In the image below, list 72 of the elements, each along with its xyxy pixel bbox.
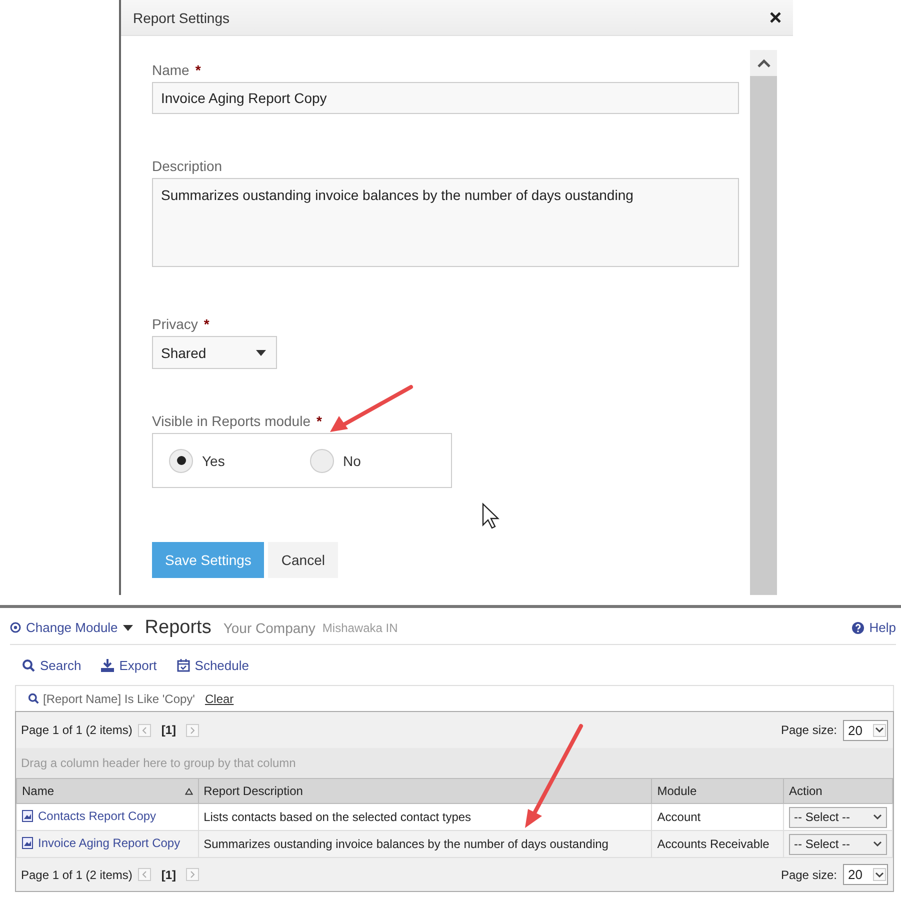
radio-label: Yes bbox=[202, 452, 225, 468]
table-cell: Lists contacts based on the selected contact types bbox=[198, 804, 652, 830]
page-title: Reports bbox=[144, 616, 212, 638]
page-size-select[interactable]: 20 bbox=[843, 720, 888, 740]
field-label: Visible in Reports module bbox=[152, 413, 310, 429]
field-label: Name bbox=[152, 62, 190, 78]
page-size-label: Page size: bbox=[780, 868, 837, 882]
clear-link[interactable]: Clear bbox=[204, 692, 234, 706]
table-cell: Accounts Receivable bbox=[652, 830, 784, 858]
help-icon bbox=[852, 622, 864, 634]
company-name: Your Company bbox=[223, 620, 316, 636]
radio-button[interactable] bbox=[169, 448, 193, 472]
down-chevron-icon bbox=[875, 727, 884, 733]
scrollbar[interactable] bbox=[750, 50, 777, 595]
sort-ascending-icon bbox=[184, 788, 193, 794]
toolbar-link[interactable]: Search bbox=[22, 658, 82, 672]
column-header[interactable]: Action bbox=[784, 778, 892, 804]
next-page-button[interactable] bbox=[186, 724, 200, 736]
required-asterisk: * bbox=[204, 316, 210, 332]
calendar-icon bbox=[176, 658, 190, 672]
privacy-select[interactable]: Shared bbox=[152, 336, 277, 369]
page-size-select[interactable]: 20 bbox=[843, 864, 888, 885]
page-size-label: Page size: bbox=[780, 723, 837, 737]
cancel-button[interactable]: Cancel bbox=[268, 542, 338, 578]
caret-icon bbox=[122, 624, 133, 630]
field-label: Description bbox=[152, 158, 222, 174]
caret-icon bbox=[256, 350, 266, 356]
help-link[interactable]: Help bbox=[852, 620, 896, 635]
action-select[interactable]: -- Select -- bbox=[789, 806, 887, 828]
group-panel-hint: Drag a column header here to group by that column bbox=[16, 748, 893, 778]
column-header[interactable]: Name bbox=[16, 778, 198, 804]
field-label: Privacy bbox=[152, 316, 198, 332]
radio-button[interactable] bbox=[310, 448, 334, 472]
down-chevron-icon bbox=[873, 814, 882, 820]
download-icon bbox=[101, 658, 114, 672]
dialog-title: Report Settings bbox=[133, 10, 230, 26]
previous-page-button[interactable] bbox=[138, 868, 152, 881]
target-icon bbox=[10, 622, 21, 633]
current-page: [1] bbox=[161, 723, 176, 737]
column-header[interactable]: Module bbox=[652, 778, 784, 804]
chevron-right-icon bbox=[190, 726, 196, 734]
next-page-button[interactable] bbox=[186, 868, 200, 881]
toolbar-link[interactable]: Schedule bbox=[176, 658, 249, 672]
current-page: [1] bbox=[161, 868, 176, 882]
chevron-left-icon bbox=[142, 726, 148, 734]
required-asterisk: * bbox=[195, 62, 201, 78]
required-asterisk: * bbox=[316, 413, 322, 429]
report-icon bbox=[22, 810, 33, 822]
radio-label: No bbox=[343, 452, 361, 468]
report-icon bbox=[22, 837, 33, 849]
previous-page-button[interactable] bbox=[138, 724, 152, 736]
pager-summary: Page 1 of 1 (2 items) bbox=[21, 868, 132, 882]
change-module-menu[interactable]: Change Module bbox=[10, 620, 133, 635]
search-icon bbox=[22, 658, 35, 672]
column-header[interactable]: Report Description bbox=[198, 778, 652, 804]
table-cell: Account bbox=[652, 804, 784, 830]
pager-summary: Page 1 of 1 (2 items) bbox=[21, 723, 132, 737]
name-input[interactable]: Invoice Aging Report Copy bbox=[152, 82, 739, 114]
chevron-left-icon bbox=[142, 871, 148, 878]
close-icon[interactable] bbox=[770, 12, 781, 23]
search-icon bbox=[28, 693, 39, 704]
description-textarea[interactable]: Summarizes oustanding invoice balances by the number of days oustanding bbox=[152, 178, 739, 267]
company-location: Mishawaka IN bbox=[322, 620, 398, 634]
scroll-up-icon[interactable] bbox=[756, 58, 770, 68]
down-chevron-icon bbox=[873, 841, 882, 847]
cursor-icon bbox=[482, 502, 500, 529]
toolbar-link[interactable]: Export bbox=[101, 658, 157, 672]
table-cell: Summarizes oustanding invoice balances by the number of days oustanding bbox=[198, 830, 652, 858]
chevron-right-icon bbox=[190, 871, 196, 878]
action-select[interactable]: -- Select -- bbox=[789, 834, 887, 854]
filter-text: [Report Name] Is Like 'Copy' bbox=[43, 692, 195, 706]
down-chevron-icon bbox=[875, 872, 884, 878]
